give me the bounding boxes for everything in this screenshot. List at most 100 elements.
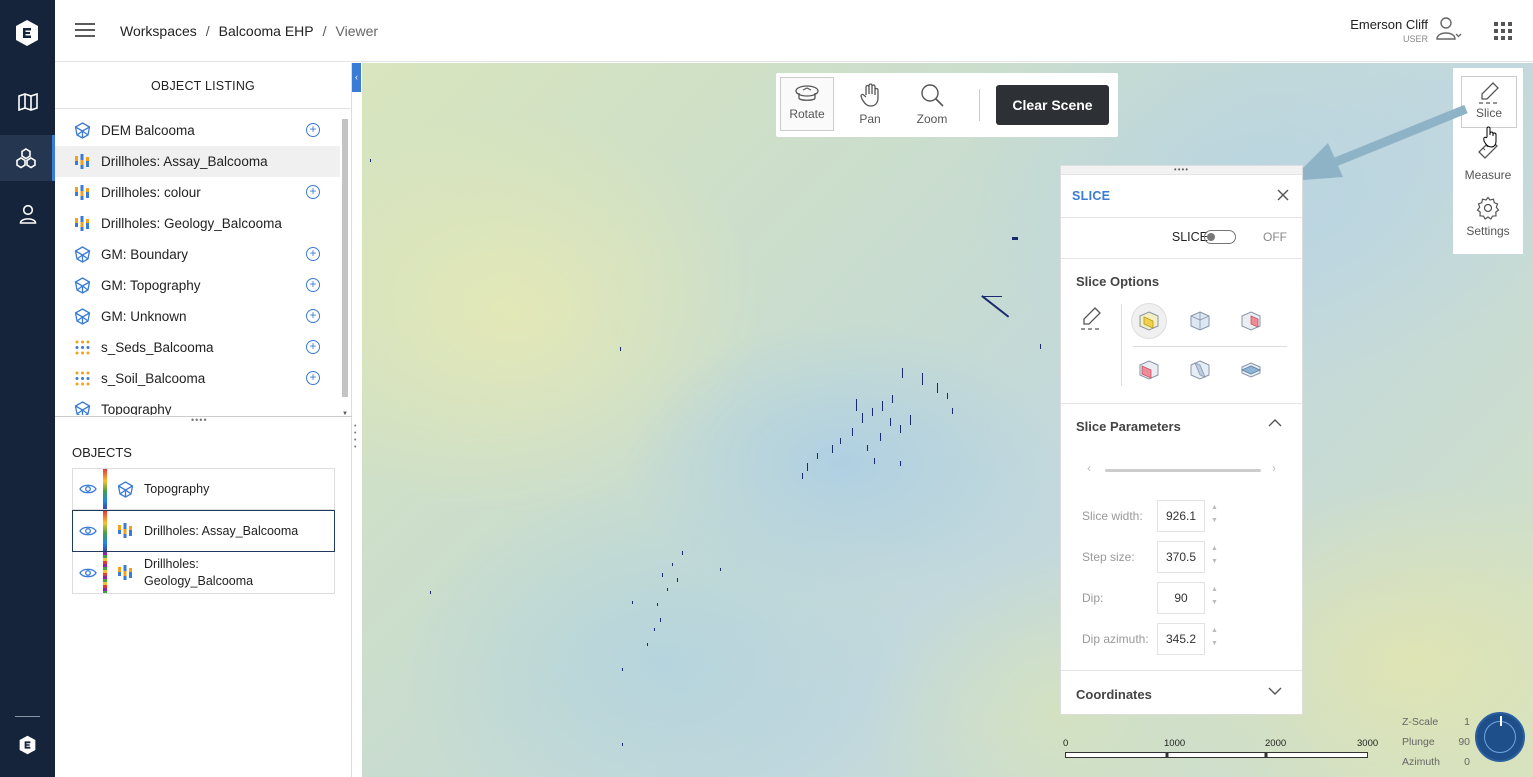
slider-left-arrow[interactable]: ‹ (1087, 461, 1091, 475)
drillhole-trace[interactable] (952, 408, 953, 414)
slice-option-xz[interactable] (1234, 304, 1268, 338)
drillhole-trace[interactable] (660, 618, 661, 622)
pan-tool[interactable]: Pan (843, 77, 897, 131)
drillhole-trace[interactable] (947, 393, 948, 399)
drillhole-trace[interactable] (872, 408, 873, 416)
param-input[interactable]: 90 (1157, 582, 1205, 614)
drillhole-trace[interactable] (922, 373, 923, 385)
compass-widget[interactable] (1475, 712, 1525, 762)
drillhole-trace[interactable] (840, 438, 841, 444)
param-stepper[interactable]: ▲ ▼ (1211, 501, 1218, 527)
slider-right-arrow[interactable]: › (1272, 461, 1276, 475)
slice-panel-grip[interactable]: •••• (1061, 166, 1302, 175)
drillhole-trace[interactable] (632, 601, 633, 604)
param-stepper[interactable]: ▲ ▼ (1211, 624, 1218, 650)
drillhole-trace[interactable] (900, 425, 901, 433)
param-stepper[interactable]: ▲ ▼ (1211, 542, 1218, 568)
list-item[interactable]: Drillholes: colour + (55, 177, 340, 208)
slice-tool[interactable]: Slice (1461, 76, 1517, 128)
eye-icon[interactable] (73, 483, 103, 495)
zoom-tool[interactable]: Zoom (905, 77, 959, 131)
drillhole-trace[interactable] (867, 445, 868, 451)
drillhole-trace[interactable] (832, 445, 833, 453)
drillhole-trace[interactable] (890, 418, 891, 426)
slice-toggle-switch[interactable] (1204, 230, 1236, 244)
scene-object[interactable]: Drillholes: Assay_Balcooma (72, 510, 335, 552)
chevron-up-icon[interactable] (1268, 418, 1282, 428)
drillhole-trace[interactable] (672, 563, 673, 566)
drillhole-trace[interactable] (882, 401, 883, 411)
drillhole-trace[interactable] (892, 395, 893, 403)
nav-map[interactable] (0, 79, 55, 125)
drillhole-trace[interactable] (862, 413, 863, 423)
drillhole-trace[interactable] (852, 428, 853, 436)
add-circle-icon[interactable]: + (306, 371, 320, 385)
drillhole-trace[interactable] (1012, 237, 1018, 240)
drillhole-trace[interactable] (430, 591, 431, 594)
apps-grid-icon[interactable] (1493, 21, 1513, 41)
drillhole-trace[interactable] (880, 433, 881, 441)
user-info[interactable]: Emerson Cliff USER (1350, 17, 1428, 44)
drillhole-trace[interactable] (902, 368, 903, 378)
eye-icon[interactable] (73, 525, 103, 537)
slice-option-red-plane[interactable] (1132, 353, 1166, 387)
list-item[interactable]: GM: Boundary + (55, 239, 340, 270)
drillhole-trace[interactable] (807, 463, 808, 471)
param-input[interactable]: 345.2 (1157, 623, 1205, 655)
drillhole-trace[interactable] (900, 461, 901, 466)
breadcrumb-workspaces[interactable]: Workspaces (120, 23, 197, 39)
list-item[interactable]: GM: Unknown + (55, 301, 340, 332)
drillhole-trace[interactable] (817, 453, 818, 459)
list-item[interactable]: s_Seds_Balcooma + (55, 332, 340, 363)
drillhole-trace[interactable] (937, 383, 938, 393)
breadcrumb-workspace[interactable]: Balcooma EHP (219, 23, 314, 39)
drillhole-trace[interactable] (910, 415, 911, 425)
splitter-handle[interactable]: •••• (191, 416, 208, 425)
slice-option-xy[interactable] (1132, 304, 1166, 338)
param-input[interactable]: 370.5 (1157, 541, 1205, 573)
drillhole-trace[interactable] (622, 668, 623, 671)
param-input[interactable]: 926.1 (1157, 500, 1205, 532)
add-circle-icon[interactable]: + (306, 278, 320, 292)
slider-track[interactable] (1105, 469, 1261, 472)
menu-icon[interactable] (75, 22, 95, 38)
drillhole-trace[interactable] (981, 295, 1010, 318)
slice-option-diagonal[interactable] (1183, 353, 1217, 387)
nav-objects[interactable] (0, 135, 55, 181)
chevron-down-icon[interactable] (1268, 686, 1282, 696)
list-scrollbar[interactable]: ▼ (341, 119, 349, 417)
drillhole-trace[interactable] (1040, 344, 1041, 349)
coordinates-title[interactable]: Coordinates (1076, 687, 1152, 702)
list-item[interactable]: s_Soil_Balcooma + (55, 363, 340, 394)
drillhole-trace[interactable] (657, 603, 658, 606)
nav-profile[interactable] (0, 191, 55, 237)
user-account-icon[interactable] (1435, 15, 1463, 43)
param-stepper[interactable]: ▲ ▼ (1211, 583, 1218, 609)
logo-icon[interactable] (15, 19, 39, 47)
add-circle-icon[interactable]: + (306, 185, 320, 199)
close-icon[interactable] (1276, 188, 1290, 202)
eye-icon[interactable] (73, 567, 103, 579)
drillhole-trace[interactable] (856, 399, 857, 411)
list-item[interactable]: Topography (55, 394, 340, 415)
drillhole-trace[interactable] (874, 458, 875, 464)
slice-position-slider[interactable]: ‹ › (1083, 461, 1283, 476)
logo-icon[interactable] (18, 735, 37, 755)
slice-option-yz[interactable] (1183, 304, 1217, 338)
settings-tool[interactable]: Settings (1453, 196, 1523, 252)
drillhole-trace[interactable] (667, 588, 668, 591)
drillhole-trace[interactable] (677, 578, 678, 582)
add-circle-icon[interactable]: + (306, 247, 320, 261)
clear-scene-button[interactable]: Clear Scene (996, 85, 1109, 125)
drillhole-trace[interactable] (370, 159, 371, 162)
scrollbar-thumb[interactable] (342, 119, 348, 397)
add-circle-icon[interactable]: + (306, 123, 320, 137)
scene-object[interactable]: Topography (72, 468, 335, 510)
add-circle-icon[interactable]: + (306, 309, 320, 323)
list-item[interactable]: DEM Balcooma + (55, 115, 340, 146)
scene-object[interactable]: Drillholes: Geology_Balcooma (72, 552, 335, 594)
drillhole-trace[interactable] (647, 643, 648, 646)
list-item[interactable]: Drillholes: Geology_Balcooma (55, 208, 340, 239)
drillhole-trace[interactable] (720, 568, 721, 571)
slice-draw-icon[interactable] (1079, 306, 1103, 332)
